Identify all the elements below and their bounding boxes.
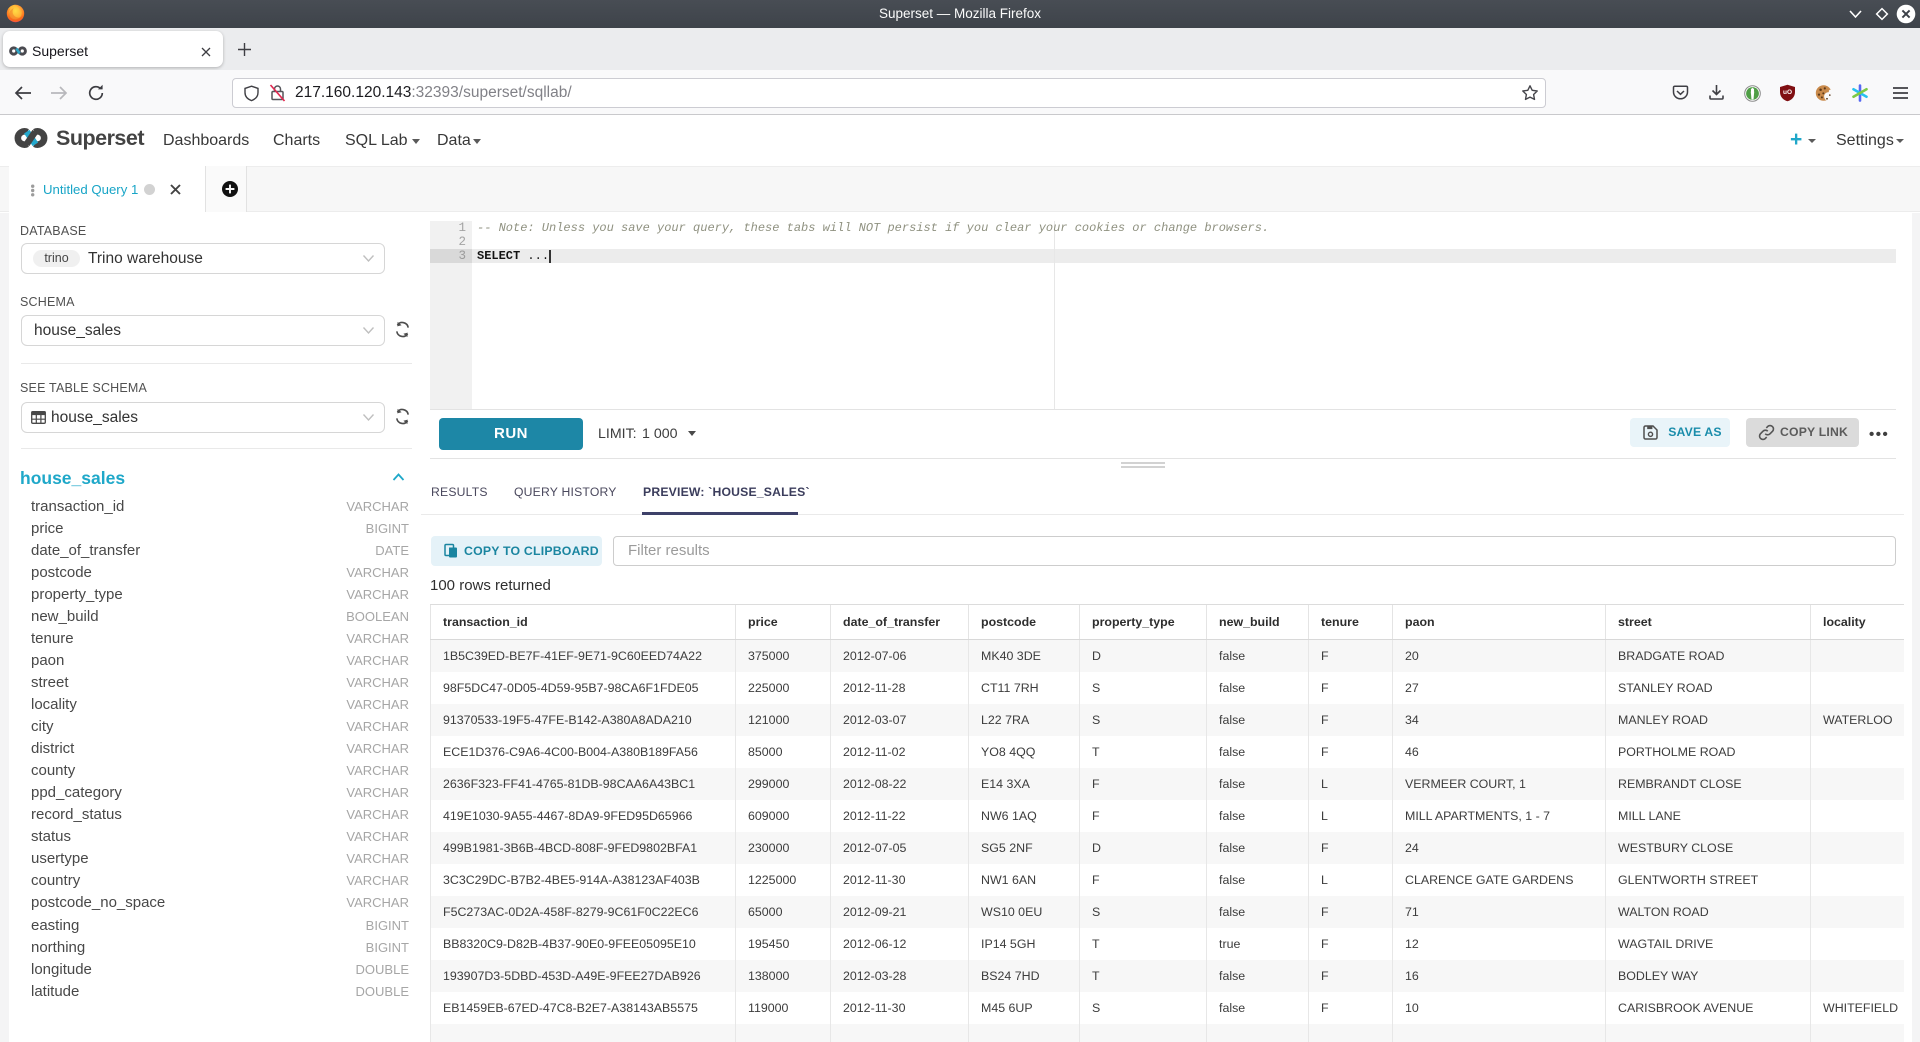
svg-text:uO: uO [1783, 89, 1792, 96]
